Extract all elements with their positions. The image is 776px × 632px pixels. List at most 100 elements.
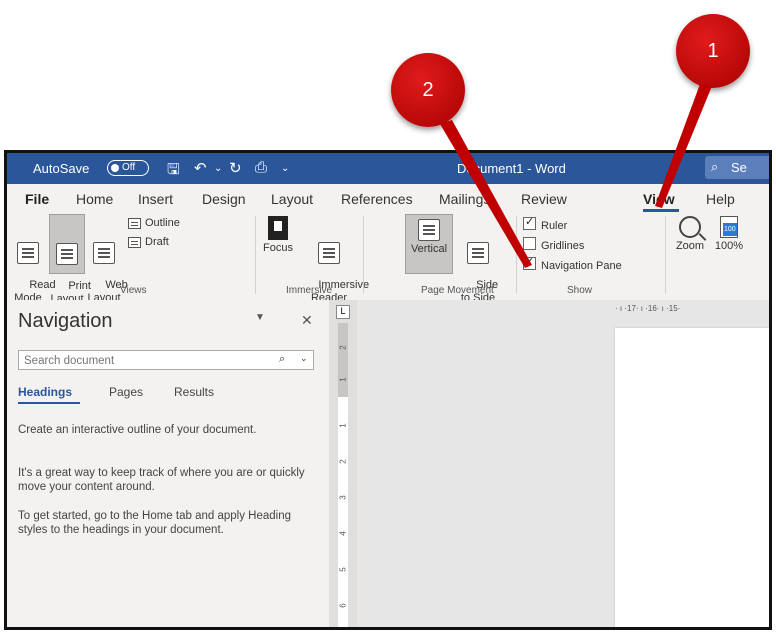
focus-label: Focus — [263, 242, 293, 254]
title-bar: AutoSave Off 🖫 ↶ ⌄ ↻ ⎙ ⌄ Document1 - Wor… — [7, 153, 769, 184]
save-icon[interactable]: 🖫 — [167, 159, 180, 184]
tab-help[interactable]: Help — [706, 191, 735, 207]
tab-results[interactable]: Results — [174, 385, 214, 399]
search-icon[interactable]: ⌕ — [279, 353, 285, 366]
ruler-mark: 5 — [338, 567, 348, 572]
zoom-100-icon: 100 — [720, 216, 738, 238]
active-tab-indicator — [18, 402, 80, 404]
zoom-100-button[interactable]: 100 100% — [711, 216, 747, 253]
gridlines-label: Gridlines — [541, 240, 585, 252]
zoom-100-label: 100% — [714, 240, 744, 252]
ruler-mark: 3 — [338, 495, 348, 500]
outline-button[interactable]: Outline — [128, 217, 180, 229]
word-window: AutoSave Off 🖫 ↶ ⌄ ↻ ⎙ ⌄ Document1 - Wor… — [4, 150, 772, 630]
help-text-2: It's a great way to keep track of where … — [18, 467, 305, 493]
ruler-mark: 2 — [338, 459, 348, 464]
zoom-100-icon-text: 100 — [723, 223, 737, 236]
tab-headings[interactable]: Headings — [18, 385, 72, 399]
autosave-label: AutoSave — [33, 161, 90, 176]
toggle-knob — [111, 164, 119, 172]
chevron-down-icon[interactable]: ⌄ — [300, 353, 308, 364]
document-title: Document1 - Word — [457, 161, 566, 176]
document-page[interactable] — [615, 328, 769, 627]
ruler-checkbox[interactable]: Ruler — [523, 215, 567, 232]
search-placeholder: Se — [731, 160, 747, 175]
immersive-reader-icon — [318, 242, 340, 264]
help-text-3: To get started, go to the Home tab and a… — [18, 510, 291, 536]
vertical-icon — [418, 219, 440, 241]
callout-2: 2 — [391, 53, 465, 127]
gridlines-checkbox[interactable]: Gridlines — [523, 237, 584, 252]
vertical-ruler-strip: 2 1 1 2 3 4 5 6 — [338, 323, 348, 627]
zoom-label: Zoom — [675, 240, 705, 252]
outline-icon — [128, 217, 141, 229]
views-group-label: Views — [120, 285, 147, 296]
tab-insert[interactable]: Insert — [138, 191, 173, 207]
focus-button[interactable]: Focus — [261, 216, 295, 255]
zoom-button[interactable]: Zoom — [671, 216, 709, 253]
navigation-pane: Navigation ▼ ✕ ⌕ ⌄ Headings Pages Result… — [7, 300, 329, 627]
print-layout-icon — [56, 243, 78, 265]
tab-references[interactable]: References — [341, 191, 413, 207]
ribbon-tabs: File Home Insert Design Layout Reference… — [7, 184, 769, 212]
ruler-mark: 2 — [338, 345, 348, 350]
tab-mailings[interactable]: Mailings — [439, 191, 490, 207]
read-mode-icon — [17, 242, 39, 264]
group-separator — [665, 216, 666, 294]
immersive-group-label: Immersive — [286, 285, 333, 296]
tab-design[interactable]: Design — [202, 191, 246, 207]
tab-view[interactable]: View — [643, 191, 675, 207]
navigation-pane-label: Navigation Pane — [541, 260, 622, 272]
ruler-mark: 4 — [338, 531, 348, 536]
close-icon[interactable]: ✕ — [301, 312, 313, 329]
ribbon-view: Read Mode Print Layout Web Layout Outlin… — [7, 212, 769, 305]
outline-label: Outline — [145, 217, 180, 229]
pane-options-icon[interactable]: ▼ — [255, 312, 265, 323]
group-separator — [363, 216, 364, 294]
focus-icon — [268, 216, 288, 240]
search-document-box: ⌕ ⌄ — [18, 350, 314, 370]
web-layout-icon — [93, 242, 115, 264]
ruler-mark: 6 — [338, 603, 348, 608]
autosave-state: Off — [122, 162, 136, 173]
horizontal-ruler: · ı ·17· ı ·16· ı ·15· — [615, 304, 681, 313]
show-group-label: Show — [567, 285, 593, 296]
tab-file[interactable]: File — [25, 191, 49, 207]
ruler-check-icon — [523, 215, 536, 230]
ruler-mark: 1 — [338, 423, 348, 428]
ruler-margin — [338, 323, 348, 397]
tab-review[interactable]: Review — [521, 191, 567, 207]
navigation-pane-checkbox[interactable]: Navigation Pane — [523, 255, 622, 272]
gridlines-check-icon — [523, 237, 536, 250]
print-preview-icon[interactable]: ⎙ — [255, 159, 267, 176]
group-separator — [516, 216, 517, 294]
help-text-1: Create an interactive outline of your do… — [18, 424, 257, 436]
redo-icon[interactable]: ↻ — [229, 159, 242, 177]
search-document-input[interactable] — [22, 352, 256, 370]
side-to-side-icon — [467, 242, 489, 264]
customize-qat-icon[interactable]: ⌄ — [281, 163, 289, 174]
draft-label: Draft — [145, 236, 169, 248]
navigation-pane-check-icon — [523, 255, 536, 270]
page-movement-group-label: Page Movement — [421, 285, 494, 296]
undo-icon[interactable]: ↶ — [194, 159, 207, 177]
print-layout-button[interactable]: Print Layout — [49, 214, 91, 305]
autosave-toggle[interactable]: Off — [107, 160, 149, 176]
draft-icon — [128, 236, 141, 248]
zoom-icon — [679, 216, 701, 238]
ruler-mark: 1 — [338, 377, 348, 382]
callout-1: 1 — [676, 14, 750, 88]
tab-layout[interactable]: Layout — [271, 191, 313, 207]
search-box[interactable]: ⌕ Se — [705, 156, 769, 179]
undo-dropdown-icon[interactable]: ⌄ — [214, 163, 222, 174]
navigation-title: Navigation — [18, 310, 113, 332]
tab-pages[interactable]: Pages — [109, 385, 143, 399]
group-separator — [255, 216, 256, 294]
vertical-ruler: L 2 1 1 2 3 4 5 6 — [329, 300, 357, 627]
draft-button[interactable]: Draft — [128, 236, 169, 248]
tab-selector[interactable]: L — [336, 305, 350, 319]
search-icon: ⌕ — [711, 159, 719, 174]
vertical-button[interactable]: Vertical — [405, 214, 453, 274]
tab-home[interactable]: Home — [76, 191, 113, 207]
vertical-label: Vertical — [410, 243, 448, 255]
